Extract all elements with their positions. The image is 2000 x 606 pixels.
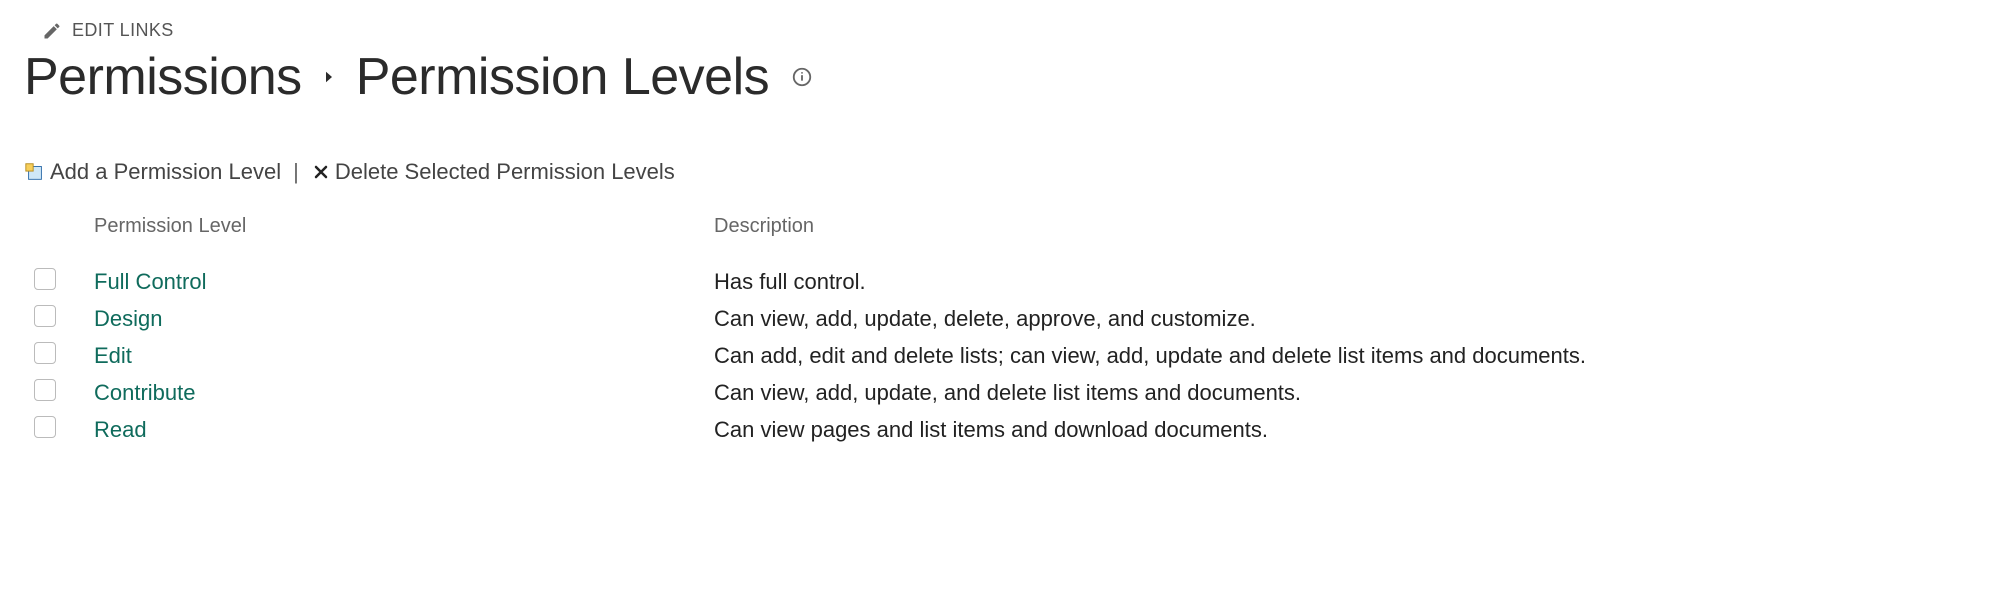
permission-level-description: Can add, edit and delete lists; can view… xyxy=(714,343,1976,369)
toolbar: Add a Permission Level | Delete Selected… xyxy=(24,159,1976,185)
row-checkbox[interactable] xyxy=(34,268,56,290)
add-permission-level-button[interactable]: Add a Permission Level xyxy=(24,159,281,185)
permission-level-link[interactable]: Read xyxy=(94,417,714,443)
permission-levels-table: Permission Level Description Full Contro… xyxy=(34,215,1976,443)
edit-links-label: EDIT LINKS xyxy=(72,20,174,41)
delete-selected-label: Delete Selected Permission Levels xyxy=(335,159,675,185)
breadcrumb-parent[interactable]: Permissions xyxy=(24,47,302,107)
column-header-name[interactable]: Permission Level xyxy=(94,215,714,238)
table-header-row: Permission Level Description xyxy=(34,215,1976,238)
permission-level-link[interactable]: Design xyxy=(94,306,714,332)
permission-level-link[interactable]: Contribute xyxy=(94,380,714,406)
table-row: DesignCan view, add, update, delete, app… xyxy=(34,305,1976,332)
table-row: EditCan add, edit and delete lists; can … xyxy=(34,342,1976,369)
add-permission-level-label: Add a Permission Level xyxy=(50,159,281,185)
delete-icon xyxy=(311,162,331,182)
permission-level-description: Can view, add, update, delete, approve, … xyxy=(714,306,1976,332)
table-row: Full ControlHas full control. xyxy=(34,268,1976,295)
breadcrumb-current: Permission Levels xyxy=(356,47,769,107)
breadcrumb-separator-icon xyxy=(320,68,338,86)
add-page-icon xyxy=(24,161,46,183)
row-checkbox[interactable] xyxy=(34,305,56,327)
column-header-desc[interactable]: Description xyxy=(714,215,1976,238)
permission-level-description: Has full control. xyxy=(714,269,1976,295)
info-icon[interactable] xyxy=(791,66,813,88)
permission-level-link[interactable]: Full Control xyxy=(94,269,714,295)
table-row: ReadCan view pages and list items and do… xyxy=(34,416,1976,443)
row-checkbox[interactable] xyxy=(34,342,56,364)
permission-level-description: Can view, add, update, and delete list i… xyxy=(714,380,1976,406)
row-checkbox[interactable] xyxy=(34,379,56,401)
edit-links-button[interactable]: EDIT LINKS xyxy=(42,20,1976,41)
row-checkbox[interactable] xyxy=(34,416,56,438)
table-row: ContributeCan view, add, update, and del… xyxy=(34,379,1976,406)
delete-selected-button[interactable]: Delete Selected Permission Levels xyxy=(311,159,675,185)
permission-level-description: Can view pages and list items and downlo… xyxy=(714,417,1976,443)
permission-level-link[interactable]: Edit xyxy=(94,343,714,369)
pencil-icon xyxy=(42,21,62,41)
breadcrumb: Permissions Permission Levels xyxy=(24,47,1976,107)
toolbar-divider: | xyxy=(289,159,303,185)
